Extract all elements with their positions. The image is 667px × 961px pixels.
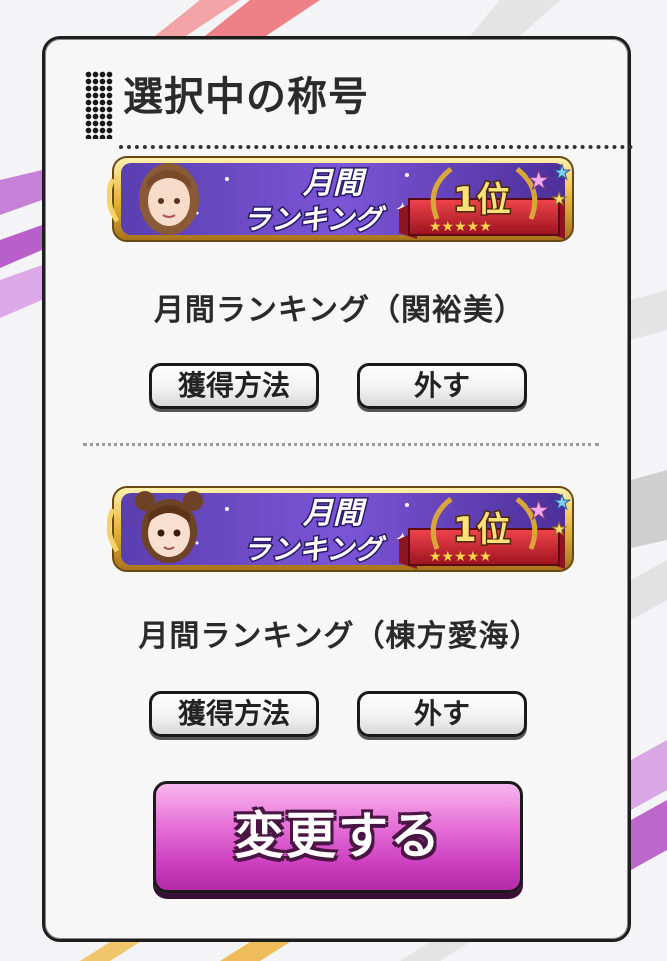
svg-text:★: ★ — [527, 496, 550, 526]
acquisition-method-button-2[interactable]: 獲得方法 — [149, 691, 319, 737]
title-actions-1: 獲得方法 外す — [149, 363, 549, 413]
title-label-1: 月間ランキング（関裕美） — [153, 293, 526, 328]
svg-text:月間: 月間 — [302, 496, 368, 531]
title-actions-2: 獲得方法 外す — [149, 691, 549, 741]
svg-text:1位: 1位 — [453, 510, 511, 550]
title-label-2: 月間ランキング（棟方愛海） — [138, 619, 541, 654]
selected-titles-panel: 選択中の称号 月間 ランキング 1位 ★★★★★ ★ ★ ★ 月間ランキング（関… — [42, 36, 633, 942]
remove-title-button-1[interactable]: 外す — [357, 363, 527, 409]
svg-text:★: ★ — [551, 189, 567, 210]
svg-text:★: ★ — [527, 166, 550, 196]
change-button[interactable]: 変更する — [153, 781, 523, 893]
entry-divider — [83, 443, 599, 446]
svg-text:★★★★★: ★★★★★ — [429, 219, 492, 235]
svg-text:★: ★ — [553, 160, 571, 184]
portrait-icon — [139, 163, 199, 235]
svg-text:ランキング: ランキング — [243, 203, 387, 236]
svg-text:★★★★★: ★★★★★ — [429, 549, 492, 565]
panel-header: 選択中の称号 — [85, 69, 633, 159]
svg-text:月間: 月間 — [302, 166, 368, 201]
svg-text:ランキング: ランキング — [243, 533, 387, 566]
svg-text:★: ★ — [551, 519, 567, 540]
header-dots-decoration — [85, 71, 113, 139]
panel-title: 選択中の称号 — [123, 74, 369, 120]
svg-text:★: ★ — [553, 490, 571, 514]
acquisition-method-button-1[interactable]: 獲得方法 — [149, 363, 319, 409]
svg-text:1位: 1位 — [453, 180, 511, 220]
title-banner-1: 月間 ランキング ✦ 1位 ★★★★★ ★ ★ ★ — [107, 156, 574, 242]
remove-title-button-2[interactable]: 外す — [357, 691, 527, 737]
change-button-label: 変更する — [234, 807, 442, 865]
title-banner-2: 月間 ランキング ✦ 1位 ★★★★★ ★ ★ ★ — [107, 486, 574, 572]
